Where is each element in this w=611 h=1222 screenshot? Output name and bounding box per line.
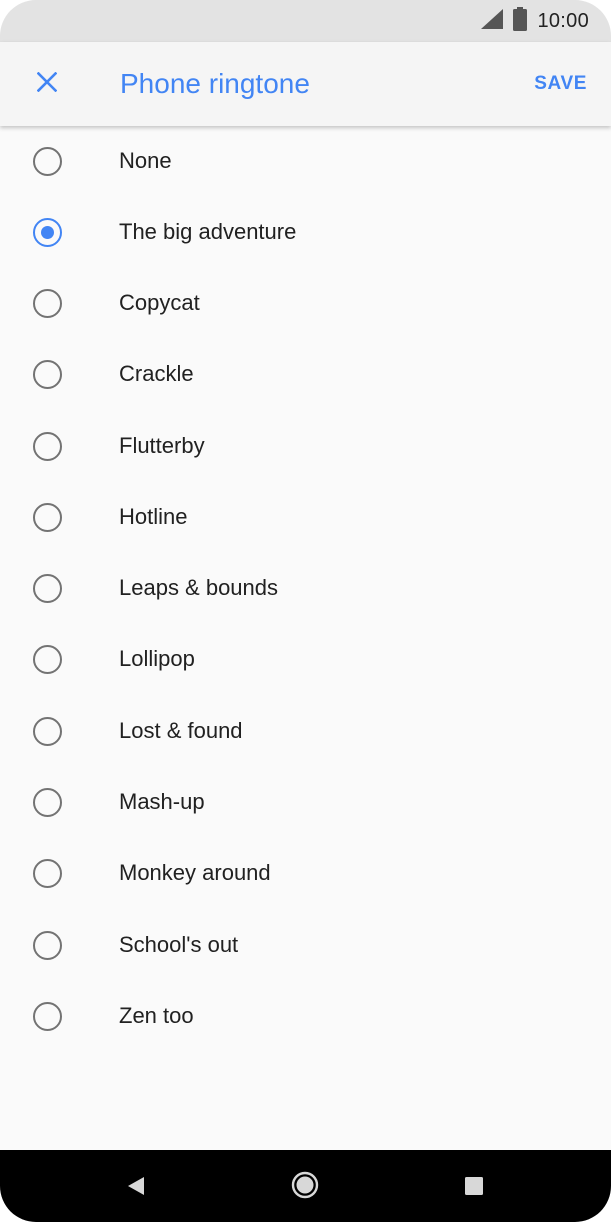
save-button[interactable]: SAVE — [534, 70, 587, 98]
ringtone-label: School's out — [119, 931, 239, 957]
radio-button[interactable] — [33, 645, 62, 675]
ringtone-label: Hotline — [119, 503, 188, 529]
radio-button[interactable] — [33, 431, 62, 461]
recents-icon[interactable] — [465, 1177, 483, 1195]
home-icon[interactable] — [291, 1171, 319, 1199]
ringtone-item[interactable]: Copycat — [0, 268, 611, 339]
ringtone-item[interactable]: Hotline — [0, 482, 611, 553]
back-icon[interactable] — [126, 1176, 146, 1196]
page-title: Phone ringtone — [120, 68, 310, 99]
radio-button[interactable] — [33, 1001, 62, 1031]
radio-button[interactable] — [33, 859, 62, 889]
ringtone-item[interactable]: Lost & found — [0, 696, 611, 767]
ringtone-item[interactable]: Zen too — [0, 981, 611, 1052]
battery-icon — [513, 6, 528, 36]
radio-button[interactable] — [33, 146, 62, 176]
ringtone-item[interactable]: Crackle — [0, 340, 611, 411]
ringtone-item[interactable]: None — [0, 126, 611, 197]
radio-button[interactable] — [33, 788, 62, 818]
ringtone-label: None — [119, 147, 172, 173]
radio-button-selected[interactable] — [33, 217, 62, 247]
ringtone-label: The big adventure — [119, 218, 297, 244]
radio-button[interactable] — [33, 716, 62, 746]
ringtone-item[interactable]: Lollipop — [0, 625, 611, 696]
ringtone-item[interactable]: The big adventure — [0, 197, 611, 268]
ringtone-label: Lost & found — [119, 717, 243, 743]
close-icon — [36, 71, 58, 97]
radio-button[interactable] — [33, 574, 62, 604]
ringtone-label: Flutterby — [119, 432, 205, 458]
ringtone-label: Zen too — [119, 1002, 194, 1028]
ringtone-item[interactable]: Mash-up — [0, 767, 611, 838]
ringtone-label: Leaps & bounds — [119, 575, 279, 601]
ringtone-label: Lollipop — [119, 646, 195, 672]
ringtone-item[interactable]: Monkey around — [0, 839, 611, 910]
radio-button[interactable] — [33, 502, 62, 532]
phone-screen: 10:00 Phone ringtone SAVE None The big a… — [0, 0, 611, 1222]
radio-button[interactable] — [33, 288, 62, 318]
ringtone-label: Crackle — [119, 361, 194, 387]
ringtone-list: None The big adventure Copycat Crackle F… — [0, 126, 611, 1053]
navigation-bar — [0, 1150, 611, 1222]
close-button[interactable] — [22, 62, 72, 106]
ringtone-item[interactable]: Flutterby — [0, 411, 611, 482]
ringtone-label: Monkey around — [119, 860, 271, 886]
ringtone-label: Copycat — [119, 289, 200, 315]
app-bar: Phone ringtone SAVE — [0, 42, 611, 126]
ringtone-item[interactable]: School's out — [0, 910, 611, 981]
status-time: 10:00 — [537, 9, 589, 32]
ringtone-label: Mash-up — [119, 789, 205, 815]
status-icons: 10:00 — [481, 6, 589, 36]
status-bar: 10:00 — [0, 0, 611, 42]
signal-icon — [481, 8, 504, 34]
ringtone-item[interactable]: Leaps & bounds — [0, 553, 611, 624]
radio-button[interactable] — [33, 360, 62, 390]
radio-button[interactable] — [33, 930, 62, 960]
